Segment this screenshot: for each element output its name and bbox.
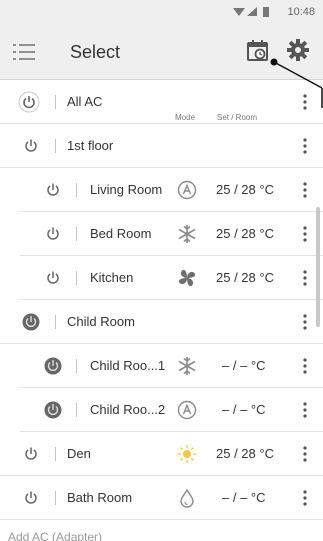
temperature-readout: 25 / 28 °C xyxy=(216,446,274,461)
room-name: Child Room xyxy=(67,314,135,329)
divider xyxy=(55,95,56,109)
page-title: Select xyxy=(70,42,121,62)
room-name: Den xyxy=(67,446,91,461)
more-vert-icon[interactable] xyxy=(303,446,307,462)
sun-icon xyxy=(178,445,196,463)
wifi-icon xyxy=(233,8,245,16)
room-name: 1st floor xyxy=(67,138,114,153)
power-icon[interactable] xyxy=(22,445,40,463)
more-vert-icon[interactable] xyxy=(303,138,307,154)
status-bar: 10:48 xyxy=(0,0,323,24)
more-vert-icon[interactable] xyxy=(303,94,307,110)
divider xyxy=(76,359,77,373)
list-item[interactable]: Kitchen 25 / 28 °C xyxy=(20,257,323,300)
add-ac-link[interactable]: Add AC (Adapter) xyxy=(8,530,102,541)
power-icon[interactable] xyxy=(44,269,62,287)
room-name: Child Roo...1 xyxy=(90,358,166,373)
auto-mode-icon xyxy=(177,180,197,200)
power-icon[interactable] xyxy=(22,137,40,155)
temperature-readout: 25 / 28 °C xyxy=(216,270,274,285)
snowflake-icon xyxy=(178,357,196,375)
status-time: 10:48 xyxy=(287,6,315,18)
power-icon[interactable] xyxy=(44,181,62,199)
room-name: Kitchen xyxy=(90,270,134,285)
scrollbar[interactable] xyxy=(316,207,320,327)
divider xyxy=(76,271,77,285)
temperature-readout: – / – °C xyxy=(222,358,266,373)
room-name: Bed Room xyxy=(90,226,152,241)
room-name: All AC xyxy=(67,94,103,109)
column-header-set-room: Set / Room xyxy=(217,113,258,122)
divider xyxy=(55,315,56,329)
column-header-mode: Mode xyxy=(175,113,196,122)
list-item[interactable]: Child Roo...2 – / – °C xyxy=(20,389,323,432)
status-icons xyxy=(233,7,269,17)
power-on-icon[interactable] xyxy=(22,313,40,331)
auto-mode-icon xyxy=(177,400,197,420)
power-icon[interactable] xyxy=(18,91,40,113)
more-vert-icon[interactable] xyxy=(303,314,307,330)
list-item[interactable]: Bed Room 25 / 28 °C xyxy=(20,213,323,256)
power-on-icon[interactable] xyxy=(44,357,62,375)
list-item[interactable]: Den 25 / 28 °C xyxy=(0,433,323,476)
list-item[interactable]: All AC Mode Set / Room xyxy=(0,81,323,124)
more-vert-icon[interactable] xyxy=(303,182,307,198)
room-name: Bath Room xyxy=(67,490,133,505)
fan-icon xyxy=(178,269,196,287)
list-item[interactable]: 1st floor xyxy=(0,125,323,168)
list-item[interactable]: Bath Room – / – °C xyxy=(0,477,323,520)
temperature-readout: – / – °C xyxy=(222,490,266,505)
divider xyxy=(76,403,77,417)
more-vert-icon[interactable] xyxy=(303,358,307,374)
more-vert-icon[interactable] xyxy=(303,402,307,418)
room-name: Living Room xyxy=(90,182,163,197)
list-item[interactable]: Child Room xyxy=(0,301,323,344)
temperature-readout: – / – °C xyxy=(222,402,266,417)
ac-list: All AC Mode Set / Room 1st floor Living … xyxy=(0,81,323,541)
more-vert-icon[interactable] xyxy=(303,270,307,286)
room-name: Child Roo...2 xyxy=(90,402,166,417)
signal-icon xyxy=(247,7,257,16)
snowflake-icon xyxy=(178,225,196,243)
divider xyxy=(76,183,77,197)
temperature-readout: 25 / 28 °C xyxy=(216,226,274,241)
temperature-readout: 25 / 28 °C xyxy=(216,182,274,197)
power-icon[interactable] xyxy=(44,225,62,243)
more-vert-icon[interactable] xyxy=(303,490,307,506)
list-item[interactable]: Living Room 25 / 28 °C xyxy=(20,169,323,212)
power-icon[interactable] xyxy=(22,489,40,507)
more-vert-icon[interactable] xyxy=(303,226,307,242)
divider xyxy=(55,139,56,153)
power-on-icon[interactable] xyxy=(44,401,62,419)
battery-icon xyxy=(263,7,269,17)
list-item[interactable]: Child Roo...1 – / – °C xyxy=(20,345,323,388)
divider xyxy=(55,491,56,505)
menu-icon[interactable] xyxy=(12,40,36,64)
droplet-icon xyxy=(180,488,194,508)
divider xyxy=(76,227,77,241)
divider xyxy=(55,447,56,461)
